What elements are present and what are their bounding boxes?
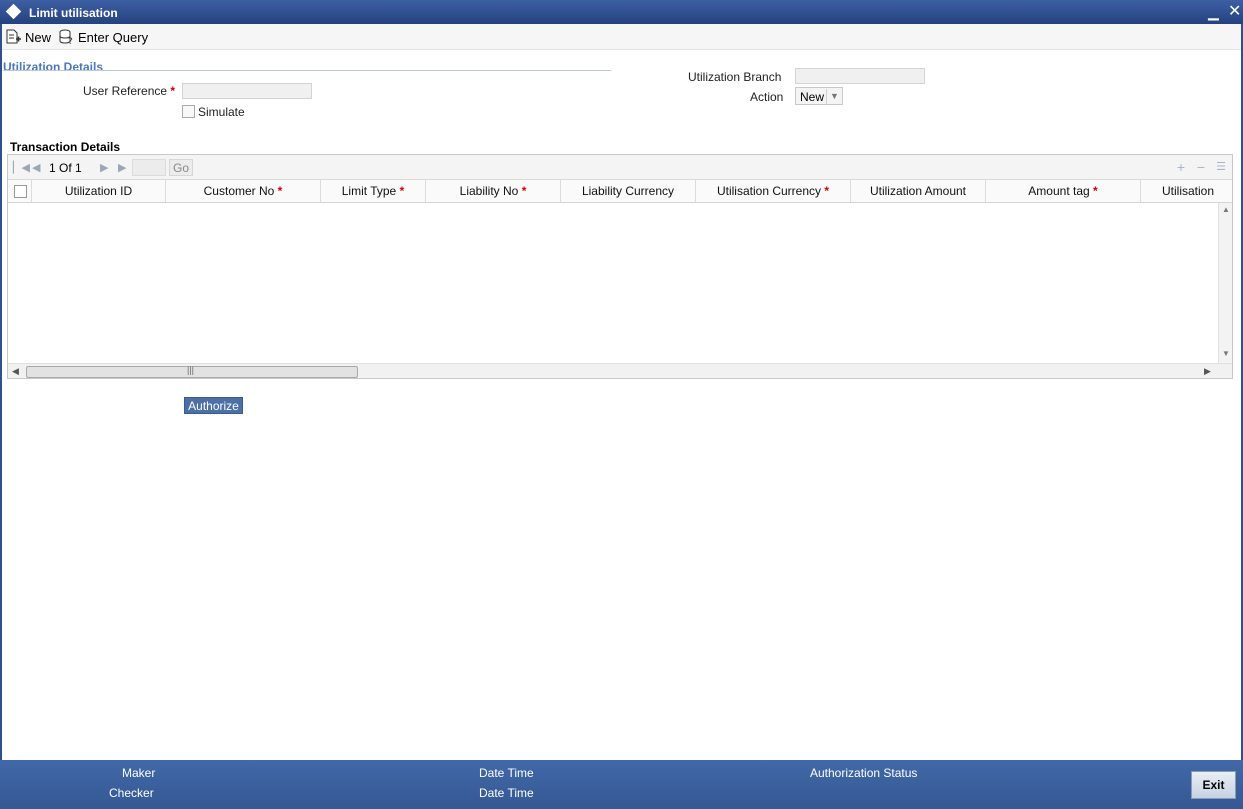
required-marker: * <box>824 184 830 198</box>
action-selected-value: New <box>800 90 825 104</box>
go-button[interactable]: Go <box>169 159 193 176</box>
checker-label: Checker <box>109 786 154 800</box>
column-header[interactable]: Liability Currency <box>561 180 696 202</box>
simulate-checkbox[interactable] <box>182 105 195 118</box>
column-header-label: Utilization ID <box>64 184 133 198</box>
single-view-icon[interactable]: ☰ <box>1213 160 1229 176</box>
column-header-label: Liability No <box>459 184 519 198</box>
add-row-icon[interactable]: + <box>1173 160 1189 176</box>
chevron-down-icon[interactable]: ▼ <box>826 89 842 104</box>
maker-date-time-label: Date Time <box>479 766 534 780</box>
window-frame-left <box>0 24 2 760</box>
column-header[interactable]: Utilization Amount <box>851 180 986 202</box>
scroll-left-icon[interactable]: ◀ <box>12 366 19 377</box>
new-button[interactable]: New <box>5 29 51 48</box>
close-icon[interactable]: ✕ <box>1228 1 1241 21</box>
column-header-label: Customer No <box>203 184 275 198</box>
enter-query-button[interactable]: ? Enter Query <box>58 29 148 48</box>
vertical-scrollbar[interactable]: ▲ ▼ <box>1218 203 1232 363</box>
delete-row-icon[interactable]: − <box>1193 160 1209 176</box>
column-header[interactable]: Utilisation <box>1141 180 1232 202</box>
next-page-icon[interactable]: ▶ <box>100 161 108 174</box>
required-marker: * <box>170 84 176 98</box>
column-header[interactable]: Utilization ID <box>32 180 166 202</box>
first-page-icon[interactable]: ▏◀ <box>13 161 30 174</box>
column-header-label: Utilisation <box>1162 184 1215 198</box>
authorize-button[interactable]: Authorize <box>184 397 243 414</box>
checker-date-time-label: Date Time <box>479 786 534 800</box>
required-marker: * <box>1093 184 1098 198</box>
current-page: 1 <box>49 161 56 175</box>
required-marker: * <box>521 184 527 198</box>
column-header-label: Amount tag <box>1028 184 1090 198</box>
maker-label: Maker <box>122 766 156 780</box>
new-document-icon <box>5 29 22 48</box>
enter-query-label: Enter Query <box>78 29 149 45</box>
required-marker: * <box>399 184 405 198</box>
column-header-label: Utilization Amount <box>869 184 967 198</box>
section-divider <box>3 70 611 71</box>
window-titlebar: Limit utilisation ▁ ✕ <box>0 0 1243 24</box>
utilization-details-title: Utilization Details <box>3 60 104 74</box>
exit-button[interactable]: Exit <box>1191 771 1236 799</box>
select-all-checkbox[interactable] <box>14 185 27 198</box>
action-label: Action <box>750 90 784 104</box>
column-header-label: Utilisation Currency <box>716 184 822 198</box>
column-header[interactable]: Customer No * <box>166 180 321 202</box>
horizontal-scroll-thumb[interactable]: ||| <box>26 365 358 378</box>
utilization-branch-label: Utilization Branch <box>688 70 782 84</box>
action-select[interactable]: New ▼ <box>795 87 843 105</box>
audit-footer: Maker Checker Date Time Date Time Author… <box>0 760 1243 809</box>
column-header[interactable]: Utilisation Currency * <box>696 180 851 202</box>
page-indicator: 1 Of 1 <box>49 161 82 175</box>
transaction-grid: ▏◀ ◀ 1 Of 1 ▶ ▶▕ Go + − ☰ Utilization ID… <box>7 154 1233 379</box>
simulate-label: Simulate <box>198 105 245 119</box>
required-marker: * <box>277 184 283 198</box>
query-icon: ? <box>58 29 75 48</box>
authorization-status-label: Authorization Status <box>810 766 918 780</box>
minimize-icon[interactable]: ▁ <box>1208 4 1219 21</box>
horizontal-scrollbar[interactable]: ◀ ||| ▶ <box>8 363 1232 378</box>
grid-body <box>8 203 1218 363</box>
app-diamond-icon <box>5 3 22 20</box>
column-header-label: Liability Currency <box>581 184 675 198</box>
column-header[interactable]: Amount tag * <box>986 180 1141 202</box>
column-header-label: Limit Type <box>341 184 397 198</box>
user-reference-input[interactable] <box>182 83 312 99</box>
scroll-grip-icon: ||| <box>187 365 195 375</box>
transaction-details-title: Transaction Details <box>10 140 121 154</box>
grid-pagination-bar: ▏◀ ◀ 1 Of 1 ▶ ▶▕ Go + − ☰ <box>8 155 1232 180</box>
grid-header-row: Utilization ID Customer No * Limit Type … <box>8 180 1232 203</box>
user-reference-label-text: User Reference <box>83 84 168 98</box>
select-all-cell <box>8 180 32 202</box>
scroll-down-icon[interactable]: ▼ <box>1222 349 1230 358</box>
scroll-up-icon[interactable]: ▲ <box>1222 205 1230 214</box>
column-header[interactable]: Liability No * <box>426 180 561 202</box>
total-pages: 1 <box>75 161 82 175</box>
page-number-input[interactable] <box>132 159 166 176</box>
previous-page-icon[interactable]: ◀ <box>32 161 40 174</box>
page-of-label: Of <box>59 161 72 175</box>
toolbar: New ? Enter Query <box>2 24 1241 50</box>
scroll-right-icon[interactable]: ▶ <box>1204 366 1211 377</box>
new-button-label: New <box>25 29 52 45</box>
user-reference-label: User Reference * <box>83 84 175 98</box>
svg-text:?: ? <box>68 37 73 45</box>
column-header[interactable]: Limit Type * <box>321 180 426 202</box>
window-title: Limit utilisation <box>29 6 118 20</box>
utilization-branch-input[interactable] <box>795 68 925 84</box>
